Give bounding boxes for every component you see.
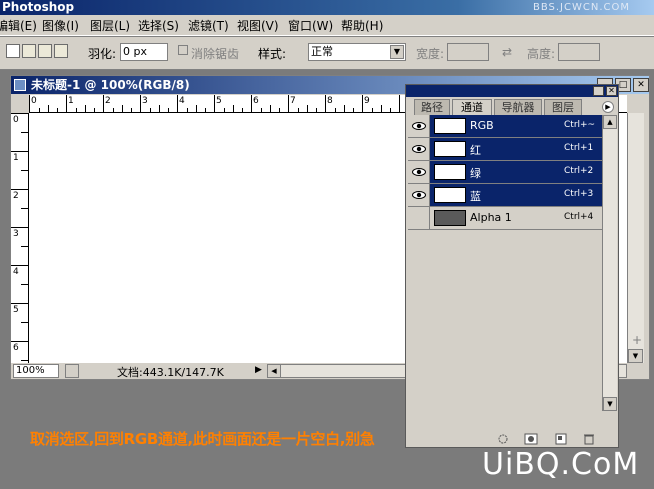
status-arrow-icon[interactable]: ▶: [255, 365, 262, 375]
menu-layer[interactable]: 图层(L): [90, 17, 130, 34]
ruler-v-ticks: [11, 113, 28, 361]
menu-help[interactable]: 帮助(H): [341, 17, 383, 34]
channel-shortcut: Ctrl+3: [564, 189, 594, 199]
channel-row-alpha[interactable]: Alpha 1 Ctrl+4: [408, 207, 602, 230]
zoom-field[interactable]: 100%: [13, 364, 59, 378]
document-title: 未标题-1 @ 100%(RGB/8): [31, 78, 190, 92]
swap-icon[interactable]: ⇄: [502, 45, 512, 59]
status-menu-icon[interactable]: [65, 364, 79, 378]
panel-scrollbar[interactable]: ▲ ▼: [602, 115, 617, 411]
eye-icon[interactable]: [408, 184, 430, 206]
channel-row-rgb[interactable]: RGB Ctrl+~: [408, 115, 602, 138]
channel-thumbnail: [434, 210, 466, 226]
style-label: 样式:: [258, 47, 287, 61]
menu-select[interactable]: 选择(S): [138, 17, 179, 34]
new-channel-icon[interactable]: [554, 433, 568, 445]
eye-icon[interactable]: [408, 161, 430, 183]
scroll-up-icon[interactable]: ▲: [603, 115, 617, 129]
scroll-down-icon[interactable]: ▼: [628, 349, 643, 363]
style-select[interactable]: 正常 ▼: [308, 43, 406, 61]
new-selection-icon[interactable]: [6, 44, 20, 58]
channel-name: 蓝: [470, 190, 481, 203]
app-title: Photoshop: [2, 0, 75, 14]
scroll-down-icon[interactable]: ▼: [603, 397, 617, 411]
channel-thumbnail: [434, 118, 466, 134]
channel-name: 红: [470, 144, 481, 157]
menu-bar: 编辑(E) 图像(I) 图层(L) 选择(S) 滤镜(T) 视图(V) 窗口(W…: [0, 15, 654, 36]
watermark-text: BBS.JCWCN.COM: [532, 2, 630, 13]
options-bar: 羽化: 0 px 消除锯齿 样式: 正常 ▼ 宽度: ⇄ 高度:: [0, 36, 654, 70]
menu-filter[interactable]: 滤镜(T): [188, 17, 229, 34]
panel-close-icon[interactable]: ✕: [606, 86, 617, 96]
channel-row-red[interactable]: 红 Ctrl+1: [408, 138, 602, 161]
channel-row-blue[interactable]: 蓝 Ctrl+3: [408, 184, 602, 207]
feather-input[interactable]: 0 px: [120, 43, 168, 61]
intersect-selection-icon[interactable]: [54, 44, 68, 58]
tutorial-caption: 取消选区,回到RGB通道,此时画面还是一片空白,别急: [30, 430, 375, 448]
tab-layers[interactable]: 图层: [544, 99, 582, 115]
visibility-toggle-empty[interactable]: [408, 207, 430, 229]
height-input[interactable]: [558, 43, 600, 61]
channel-row-green[interactable]: 绿 Ctrl+2: [408, 161, 602, 184]
width-input[interactable]: [447, 43, 489, 61]
menu-image[interactable]: 图像(I): [42, 17, 79, 34]
panel-menu-icon[interactable]: ▶: [602, 101, 614, 113]
menu-view[interactable]: 视图(V): [237, 17, 279, 34]
tab-paths[interactable]: 路径: [414, 99, 450, 115]
style-select-value: 正常: [311, 45, 333, 58]
tab-channels[interactable]: 通道: [452, 99, 492, 115]
channel-shortcut: Ctrl+2: [564, 166, 594, 176]
channel-name: RGB: [470, 119, 494, 132]
channel-thumbnail: [434, 187, 466, 203]
site-logo: UiBQ.CoM: [482, 447, 640, 482]
menu-window[interactable]: 窗口(W): [288, 17, 333, 34]
save-selection-icon[interactable]: [524, 433, 538, 445]
app-title-bar: Photoshop BBS.JCWCN.COM: [0, 0, 654, 15]
channel-name: 绿: [470, 167, 481, 180]
menu-edit[interactable]: 编辑(E): [0, 17, 37, 34]
add-selection-icon[interactable]: [22, 44, 36, 58]
channel-thumbnail: [434, 164, 466, 180]
cross-cursor-icon: +: [632, 333, 643, 347]
panel-minimize-icon[interactable]: [593, 86, 604, 96]
eye-icon[interactable]: [408, 115, 430, 137]
load-selection-icon[interactable]: [496, 433, 510, 445]
close-icon[interactable]: ✕: [633, 78, 649, 92]
channel-name: Alpha 1: [470, 211, 512, 224]
panel-title-bar[interactable]: ✕: [406, 85, 618, 97]
panel-bottom-bar: [406, 431, 618, 447]
channels-panel: ✕ 路径 通道 导航器 图层 ▶ RGB Ctrl+~ 红 Ctrl+1 绿 C…: [405, 84, 619, 448]
subtract-selection-icon[interactable]: [38, 44, 52, 58]
antialias-checkbox[interactable]: [178, 45, 188, 55]
channel-shortcut: Ctrl+1: [564, 143, 594, 153]
channel-shortcut: Ctrl+~: [564, 120, 596, 130]
height-label: 高度:: [527, 47, 556, 61]
document-icon: [14, 79, 26, 91]
vertical-ruler: 0 1 2 3 4 5 6: [11, 113, 29, 363]
scroll-left-icon[interactable]: ◀: [268, 365, 281, 377]
channel-thumbnail: [434, 141, 466, 157]
antialias-label: 消除锯齿: [191, 47, 240, 61]
feather-label: 羽化:: [88, 47, 117, 61]
trash-icon[interactable]: [582, 433, 596, 445]
channel-list: RGB Ctrl+~ 红 Ctrl+1 绿 Ctrl+2 蓝 Ctrl+3 Al…: [408, 115, 602, 411]
tab-navigator[interactable]: 导航器: [494, 99, 542, 115]
channel-shortcut: Ctrl+4: [564, 212, 594, 222]
eye-icon[interactable]: [408, 138, 430, 160]
chevron-down-icon[interactable]: ▼: [390, 45, 404, 59]
width-label: 宽度:: [416, 47, 445, 61]
panel-tabs: 路径 通道 导航器 图层 ▶: [406, 97, 618, 115]
document-vertical-scrollbar[interactable]: + ▼: [627, 113, 644, 363]
document-size: 文档:443.1K/147.7K: [117, 366, 224, 379]
